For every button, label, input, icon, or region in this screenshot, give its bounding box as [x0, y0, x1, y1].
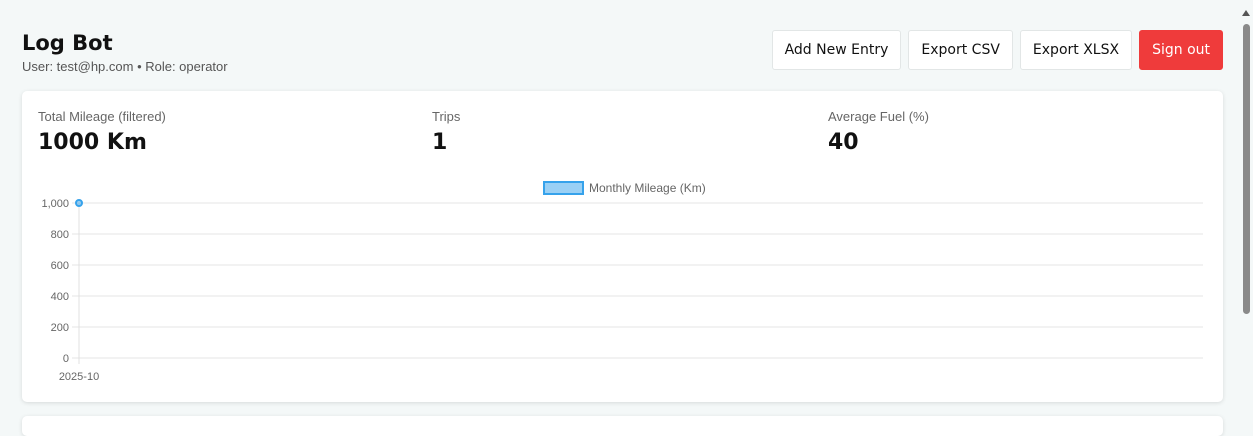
entries-card [22, 416, 1223, 436]
chart-grid [72, 202, 1203, 364]
mileage-chart: Monthly Mileage (Km) 02004006008001,000 … [41, 181, 1203, 383]
add-new-entry-button[interactable]: Add New Entry [771, 30, 902, 70]
stat-label: Average Fuel (%) [828, 109, 929, 124]
legend-label: Monthly Mileage (Km) [589, 181, 706, 195]
stat-value: 1 [432, 130, 448, 155]
header: Log Bot User: test@hp.com • Role: operat… [22, 30, 228, 74]
x-axis-ticks: 2025-10 [59, 371, 99, 383]
stat-value: 1000 Km [38, 130, 147, 155]
export-xlsx-button[interactable]: Export XLSX [1019, 30, 1133, 70]
stats-chart-card: Total Mileage (filtered) 1000 Km Trips 1… [22, 91, 1223, 402]
chart-legend: Monthly Mileage (Km) [543, 181, 706, 195]
export-csv-button[interactable]: Export CSV [908, 30, 1013, 70]
stat-total-mileage: Total Mileage (filtered) 1000 Km [38, 109, 166, 155]
stat-average-fuel: Average Fuel (%) 40 [828, 109, 929, 155]
sign-out-button[interactable]: Sign out [1139, 30, 1223, 70]
x-tick-label: 2025-10 [59, 371, 99, 383]
series-points [75, 199, 83, 207]
stat-label: Total Mileage (filtered) [38, 109, 166, 124]
y-tick-label: 0 [63, 353, 69, 365]
y-tick-label: 400 [51, 291, 69, 303]
stat-label: Trips [432, 109, 461, 124]
scroll-thumb[interactable] [1243, 24, 1250, 314]
y-tick-label: 200 [51, 322, 69, 334]
data-point [75, 199, 83, 207]
legend-swatch [543, 181, 584, 195]
app-title: Log Bot [22, 31, 113, 55]
toolbar: Add New Entry Export CSV Export XLSX Sig… [771, 30, 1223, 70]
y-tick-label: 800 [51, 229, 69, 241]
stat-value: 40 [828, 130, 859, 155]
scroll-up-arrow-icon[interactable] [1242, 10, 1250, 16]
stat-trips: Trips 1 [432, 109, 460, 155]
y-tick-label: 600 [51, 260, 69, 272]
y-tick-label: 1,000 [41, 198, 69, 210]
y-axis-ticks: 0 200 400 600 800 1,000 [41, 198, 69, 365]
page-scrollbar[interactable] [1239, 0, 1253, 423]
user-role-line: User: test@hp.com • Role: operator [22, 59, 228, 74]
